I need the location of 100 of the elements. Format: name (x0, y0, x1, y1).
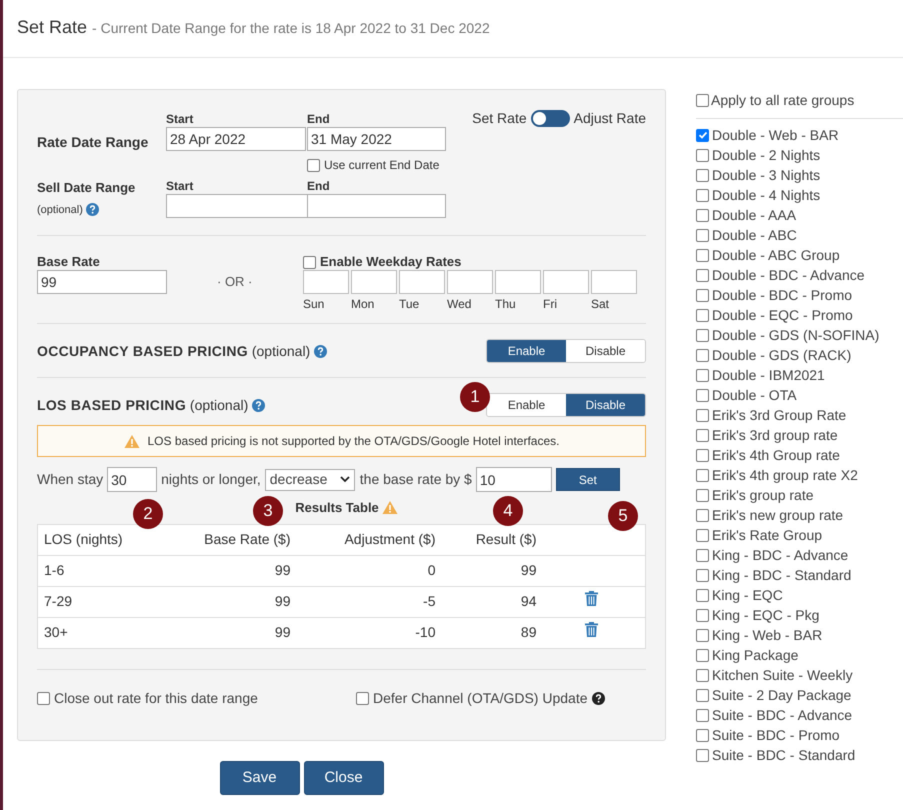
checkbox[interactable] (696, 748, 709, 762)
separator-text: · OR · (217, 273, 252, 292)
dialog-button[interactable]: Close (304, 761, 384, 795)
date-input[interactable]: 28 Apr 2022 (166, 127, 306, 151)
date-input[interactable] (166, 194, 308, 218)
day-label: Thu (495, 296, 516, 313)
checkbox[interactable] (696, 128, 709, 142)
caret-icon (340, 476, 350, 483)
checkbox[interactable] (696, 208, 709, 222)
checkbox[interactable] (696, 168, 709, 182)
table-cell: 7-29 (38, 586, 188, 617)
checkbox[interactable] (696, 648, 709, 662)
checkbox[interactable] (696, 568, 709, 582)
day-label: Mon (351, 296, 374, 313)
checkbox[interactable] (696, 368, 709, 382)
table-cell: 0 (296, 555, 442, 586)
checkbox[interactable] (696, 608, 709, 622)
checkbox-label: Erik's new group rate (712, 506, 844, 525)
weekday-input[interactable] (495, 270, 541, 294)
column-header: Adjustment ($) (296, 524, 442, 555)
checkbox[interactable] (696, 388, 709, 402)
checkbox-label: Close out rate for this date range (54, 688, 258, 708)
weekday-input[interactable] (399, 270, 445, 294)
checkbox-label: Suite - 2 Day Package (712, 686, 852, 705)
weekday-input[interactable] (591, 270, 637, 294)
checkbox[interactable] (696, 268, 709, 282)
checkbox-label: Use current End Date (324, 157, 440, 174)
checkbox[interactable] (696, 528, 709, 542)
rule-text: When stay (37, 470, 104, 489)
rate-input[interactable]: 99 (37, 270, 167, 294)
checkbox[interactable] (696, 468, 709, 482)
checkbox-label: King - EQC (712, 586, 783, 605)
checkbox[interactable] (696, 588, 709, 602)
checkbox[interactable] (696, 728, 709, 742)
rule-text: the base rate by $ (360, 470, 472, 489)
table-cell: 30+ (38, 617, 188, 648)
checkbox-label: Double - 2 Nights (712, 146, 820, 165)
table-cell: -5 (296, 586, 442, 617)
direction-select[interactable]: decrease (264, 468, 355, 490)
date-input[interactable]: 31 May 2022 (307, 127, 446, 151)
checkbox-label: Double - IBM2021 (712, 366, 825, 384)
checkbox[interactable] (696, 488, 709, 502)
help-icon[interactable] (592, 692, 604, 704)
checkbox[interactable] (307, 158, 320, 172)
checkbox[interactable] (696, 668, 709, 682)
modal-subtitle: - Current Date Range for the rate is 18 Apr 2022 to 31 Dec 2022 (92, 19, 490, 38)
checkbox[interactable] (696, 508, 709, 522)
nights-input[interactable]: 30 (107, 467, 158, 492)
optional-note: (optional) (37, 202, 83, 218)
checkbox-label: Double - OTA (712, 386, 797, 404)
day-label: Fri (543, 296, 557, 313)
day-label: Tue (399, 296, 420, 313)
checkbox-label: Defer Channel (OTA/GDS) Update (373, 688, 588, 708)
checkbox-label: Erik's group rate (712, 486, 814, 505)
day-label: Sat (591, 296, 610, 313)
checkbox[interactable] (356, 692, 369, 704)
field-label: Base Rate (37, 254, 101, 270)
amount-input[interactable]: 10 (476, 467, 552, 492)
checkbox[interactable] (696, 188, 709, 202)
checkbox[interactable] (696, 348, 709, 362)
checkbox-label: King - Web - BAR (712, 626, 822, 645)
segment-button[interactable]: Enable (487, 340, 566, 362)
checkbox[interactable] (696, 308, 709, 322)
table-cell: 94 (442, 586, 542, 617)
field-label: Start (166, 178, 194, 194)
weekday-input[interactable] (447, 270, 493, 294)
checkbox[interactable] (303, 256, 316, 268)
weekday-input[interactable] (351, 270, 397, 294)
checkbox[interactable] (696, 288, 709, 302)
checkbox[interactable] (696, 408, 709, 422)
checkbox-label: Enable Weekday Rates (320, 253, 462, 272)
set-button[interactable]: Set (556, 468, 620, 491)
day-label: Sun (303, 296, 324, 313)
toggle-switch[interactable] (530, 110, 570, 126)
checkbox[interactable] (37, 692, 50, 704)
section-title: OCCUPANCY BASED PRICING (optional) (37, 342, 310, 361)
checkbox[interactable] (696, 148, 709, 162)
checkbox[interactable] (696, 94, 709, 106)
checkbox-label: King - BDC - Standard (712, 566, 852, 585)
weekday-input[interactable] (303, 270, 349, 294)
checkbox[interactable] (696, 228, 709, 242)
checkbox[interactable] (696, 428, 709, 442)
segment-button[interactable]: Disable (566, 394, 645, 416)
trash-icon[interactable] (584, 591, 598, 606)
checkbox[interactable] (696, 328, 709, 342)
weekday-input[interactable] (543, 270, 589, 294)
checkbox[interactable] (696, 548, 709, 562)
trash-icon[interactable] (584, 622, 598, 637)
table-cell: -10 (296, 617, 442, 648)
dialog-button[interactable]: Save (220, 761, 300, 795)
checkbox[interactable] (696, 688, 709, 702)
checkbox-label: Double - BDC - Promo (712, 286, 852, 304)
table-cell: 99 (188, 617, 296, 648)
checkbox[interactable] (696, 448, 709, 462)
checkbox[interactable] (696, 708, 709, 722)
date-input[interactable] (307, 194, 446, 218)
checkbox-label: Suite - BDC - Advance (712, 706, 852, 724)
checkbox[interactable] (696, 248, 709, 262)
checkbox-label: Double - GDS (N-SOFINA) (712, 326, 880, 345)
checkbox[interactable] (696, 628, 709, 642)
